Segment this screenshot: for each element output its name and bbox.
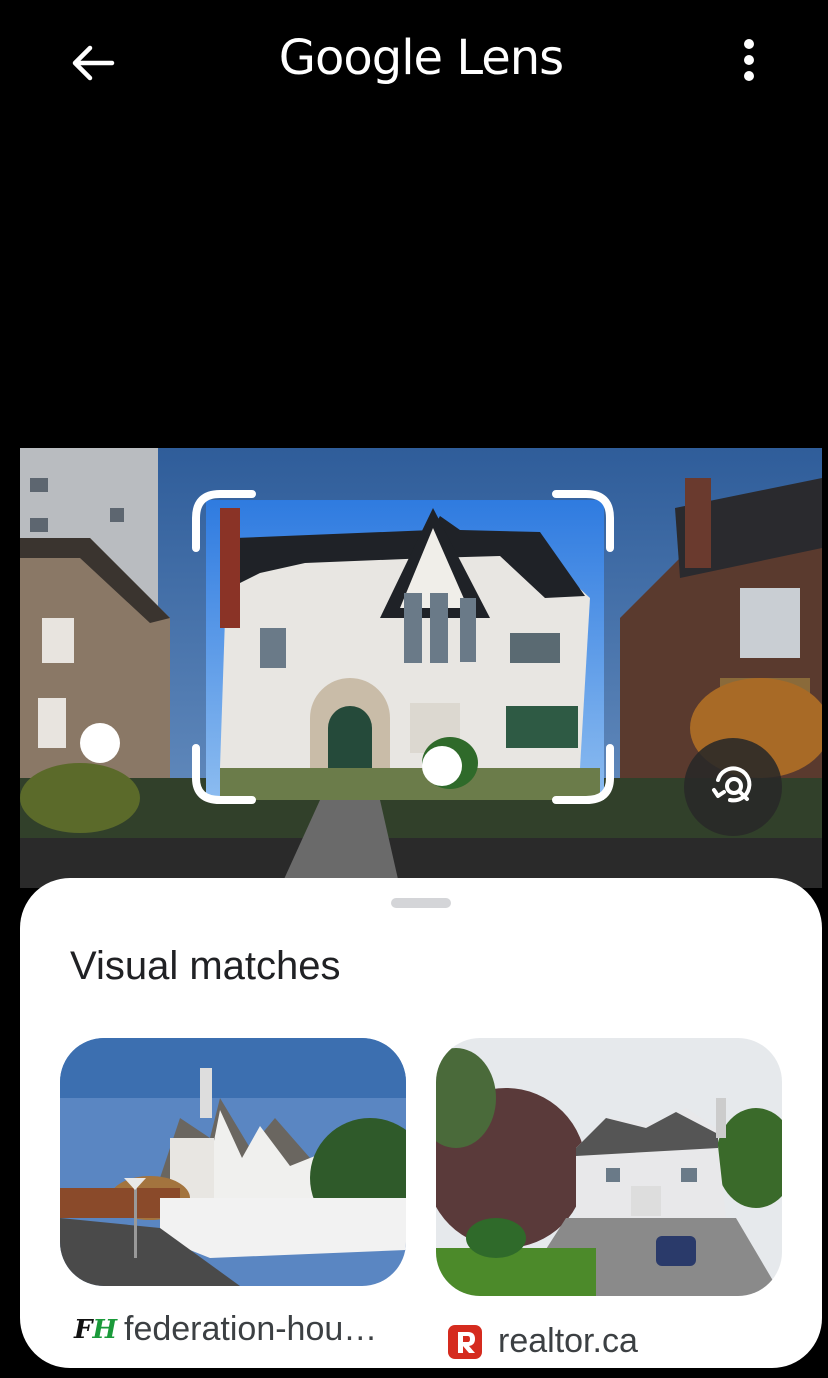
sheet-drag-handle[interactable] (391, 898, 451, 908)
top-bar: Google Lens (20, 0, 822, 120)
result-source[interactable]: realtor.ca (446, 1322, 638, 1361)
lens-search-icon (712, 766, 752, 803)
federation-house-logo-icon: FH (74, 1314, 118, 1345)
visual-matches-heading: Visual matches (70, 944, 341, 988)
page-title: Google Lens (278, 30, 564, 86)
result-card-image[interactable] (436, 1038, 782, 1296)
lens-app: Google Lens Visual matches FH federation… (20, 0, 822, 1378)
result-source[interactable]: FH federation-hou… (74, 1310, 377, 1349)
result-source-label: federation-hou… (124, 1310, 378, 1348)
lens-search-button[interactable] (684, 738, 782, 836)
realtor-logo-icon (448, 1324, 482, 1359)
result-card-image[interactable] (60, 1038, 406, 1286)
more-vert-icon[interactable] (734, 36, 764, 84)
results-sheet[interactable]: Visual matches FH federation-hou… realto… (20, 878, 822, 1368)
result-source-label: realtor.ca (498, 1322, 638, 1360)
